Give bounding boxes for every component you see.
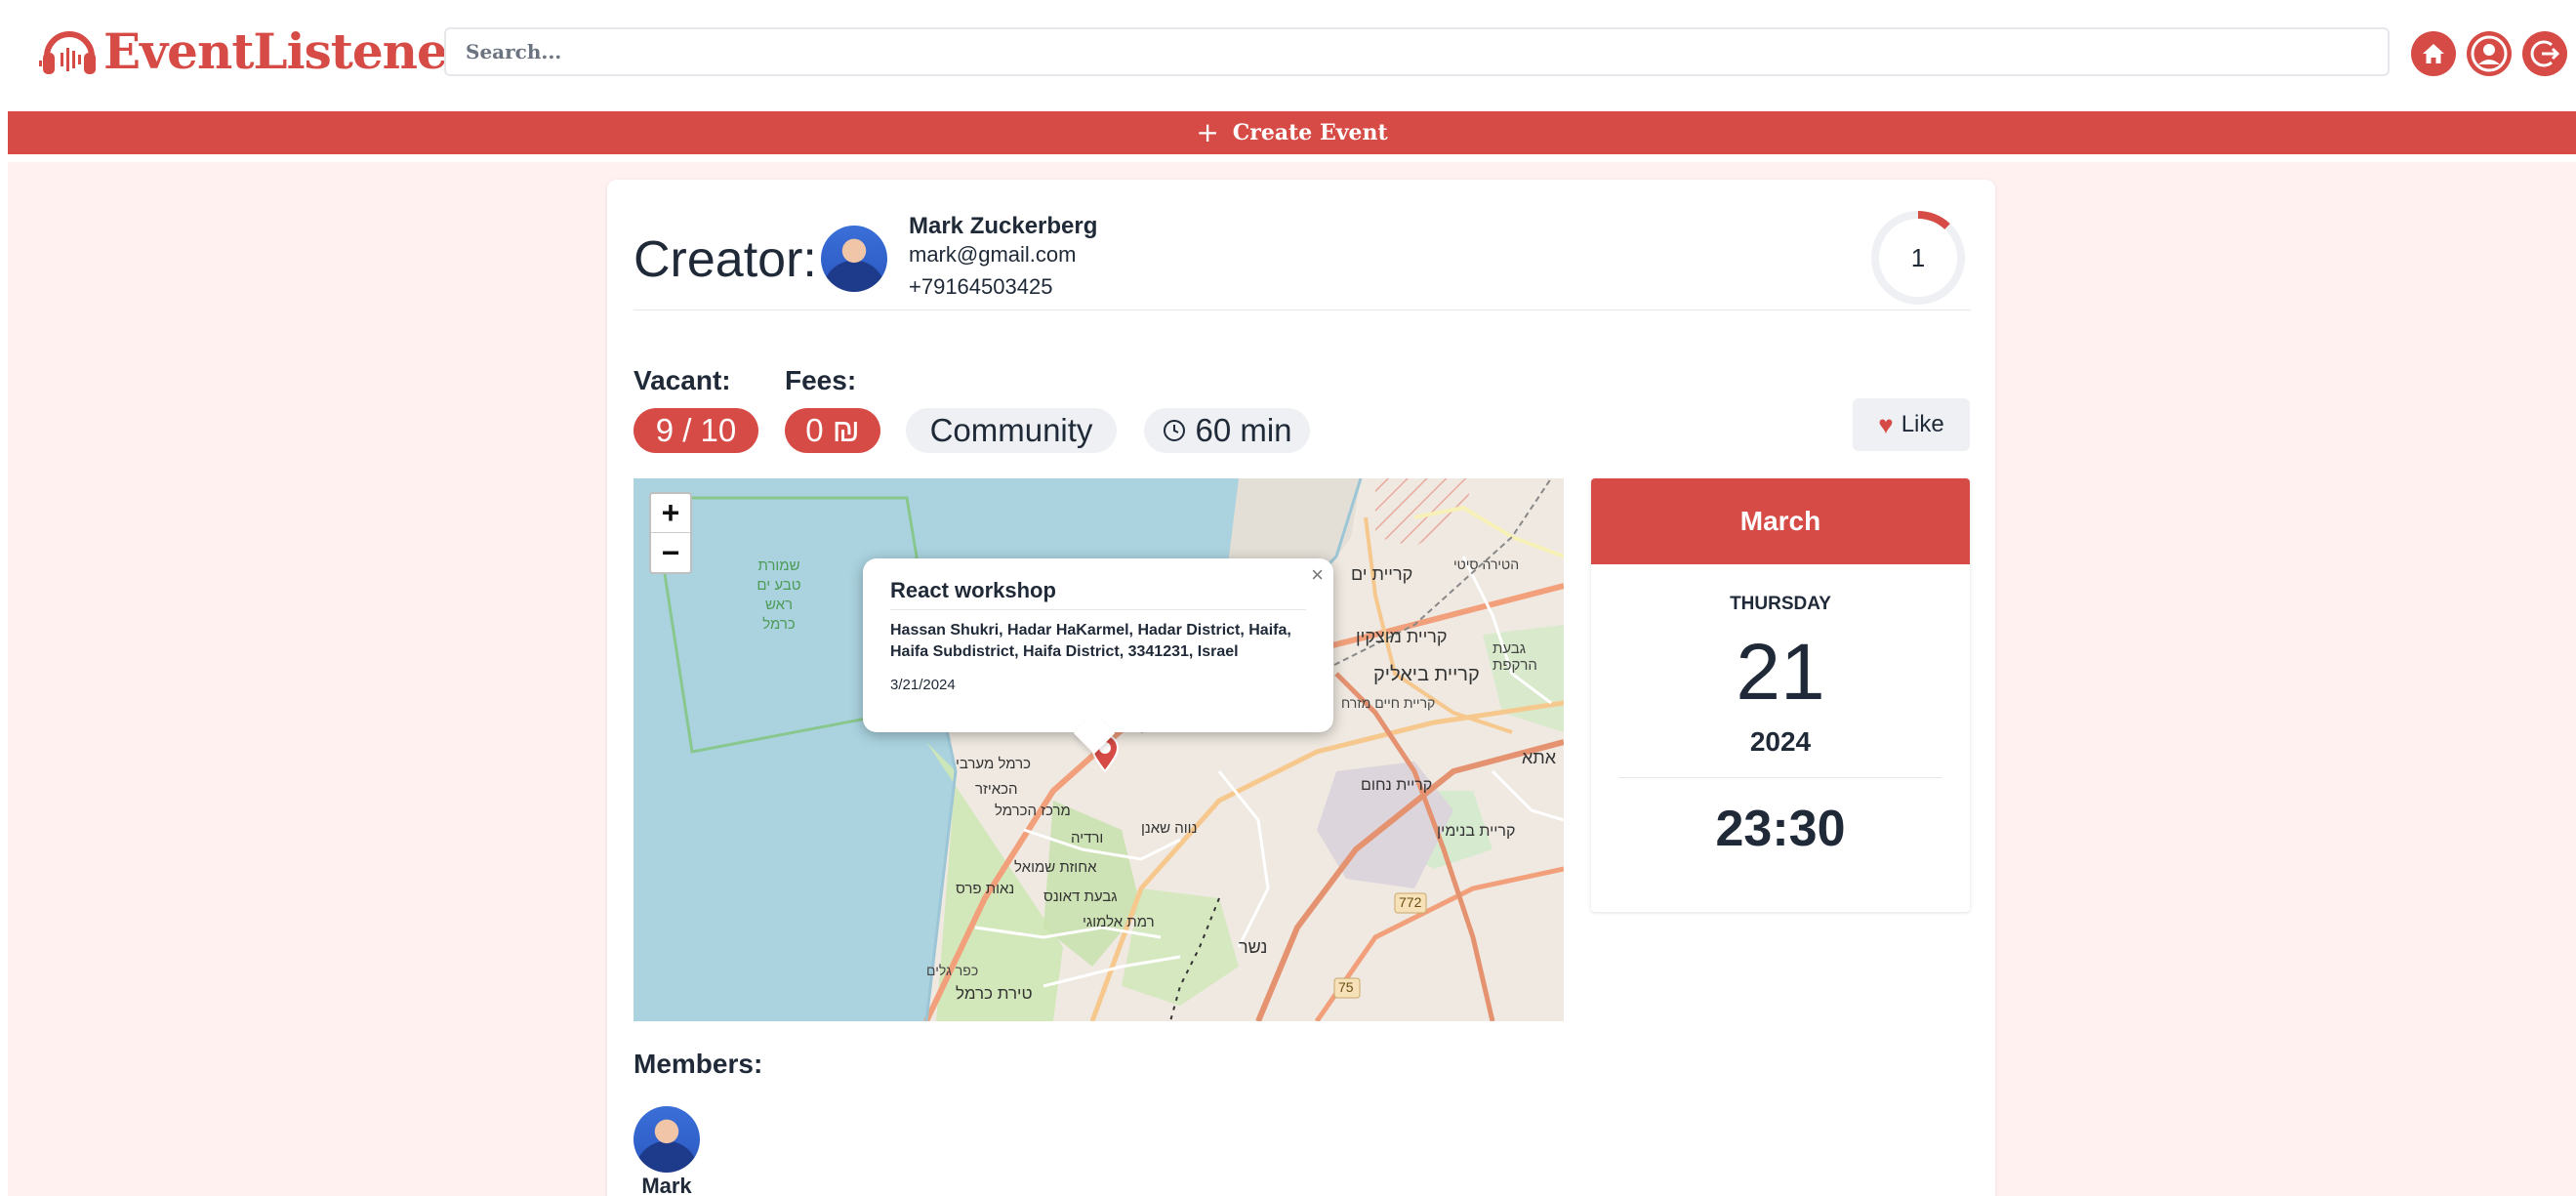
popup-title: React workshop xyxy=(890,578,1306,610)
user-icon xyxy=(2471,35,2508,72)
popup-address: Hassan Shukri, Hadar HaKarmel, Hadar Dis… xyxy=(890,622,1291,660)
map-label-kfar-galim: כפר גלים xyxy=(926,963,979,978)
vacant-label: Vacant: xyxy=(634,365,731,395)
member-name: Mark xyxy=(641,1174,692,1196)
map-road-75: 75 xyxy=(1338,979,1354,995)
fees-label: Fees: xyxy=(785,365,857,395)
date-weekday: THURSDAY xyxy=(1730,594,1831,614)
map-label-hatira: הטירה סיטי xyxy=(1453,557,1520,572)
creator-email: mark@gmail.com xyxy=(909,242,1077,267)
event-map[interactable]: שמורת טבע ים ראש כרמל קריית ים הטירה סיט… xyxy=(634,478,1564,1021)
app-logo[interactable]: EventListener xyxy=(39,20,472,82)
logout-icon xyxy=(2530,40,2560,67)
fees-badge: 0 ₪ xyxy=(785,408,880,453)
category-badge: Community xyxy=(906,408,1117,453)
creator-name: Mark Zuckerberg xyxy=(909,213,1098,239)
duration-badge: 60 min xyxy=(1144,408,1310,453)
home-icon xyxy=(2423,44,2444,63)
map-label-kiryat-bialik: קריית ביאליק xyxy=(1373,664,1480,685)
creator-divider xyxy=(634,309,1971,310)
date-panel: March THURSDAY 21 2024 23:30 xyxy=(1591,478,1970,912)
creator-avatar[interactable] xyxy=(821,226,887,292)
popup-date: 3/21/2024 xyxy=(890,677,956,693)
popup-close-button[interactable]: × xyxy=(1311,562,1324,588)
map-label-neve-shaanan: נווה שאנן xyxy=(1141,820,1198,837)
zoom-in-button[interactable]: + xyxy=(651,494,690,533)
map-label-kiryat-binyamin: קריית בנימין xyxy=(1437,823,1516,840)
clock-icon xyxy=(1164,420,1186,441)
map-label-neot-peres: נאות פרס xyxy=(956,881,1015,897)
map-label-ramat-almogi: רמת אלמוגי xyxy=(1083,914,1155,930)
map-label-tirat-carmel: טירת כרמל xyxy=(956,984,1033,1003)
map-label-kiryat-yam: קריית ים xyxy=(1351,564,1413,584)
map-label-givat-harakefet: גבעת הרקפת xyxy=(1492,640,1537,674)
vacant-badge: 9 / 10 xyxy=(634,408,758,453)
like-button[interactable]: ♥ Like xyxy=(1853,398,1970,451)
brand-name: EventListener xyxy=(103,21,472,80)
plus-icon: + xyxy=(1196,116,1219,148)
map-label-kiryat-motzkin: קריית מוצקין xyxy=(1356,627,1448,646)
map-label-nesher: נשר xyxy=(1239,937,1268,957)
top-header: EventListener Search... xyxy=(0,0,2576,105)
map-popup: × React workshop Hassan Shukri, Hadar Ha… xyxy=(863,558,1333,755)
date-time: 23:30 xyxy=(1715,801,1846,857)
create-event-button[interactable]: + Create Event xyxy=(8,111,2576,154)
map-road-772: 772 xyxy=(1399,894,1422,910)
date-year: 2024 xyxy=(1749,726,1812,757)
creator-phone: +79164503425 xyxy=(909,274,1053,299)
date-divider xyxy=(1618,777,1942,778)
map-label-carmel-maaravi: כרמל מערבי xyxy=(956,756,1032,772)
logout-button[interactable] xyxy=(2522,31,2567,76)
search-input[interactable]: Search... xyxy=(444,27,2390,76)
creator-heading: Creator: xyxy=(634,231,817,288)
heart-icon: ♥ xyxy=(1878,409,1894,439)
create-event-label: Create Event xyxy=(1232,120,1388,145)
map-label-kiryat-nachum: קריית נחום xyxy=(1361,777,1433,794)
duration-value: 60 min xyxy=(1195,412,1292,448)
map-label-ahuzat-shmuel: אחוזת שמואל xyxy=(1014,859,1097,876)
map-label-reserve: שמורת טבע ים ראש כרמל xyxy=(756,557,801,633)
date-day: 21 xyxy=(1736,628,1825,717)
profile-button[interactable] xyxy=(2467,31,2512,76)
event-card: Creator: Mark Zuckerberg mark@gmail.com … xyxy=(607,180,1995,1196)
map-label-kiryat-ata: אתא xyxy=(1522,748,1557,767)
headphones-logo-icon xyxy=(39,31,96,74)
zoom-out-button[interactable]: − xyxy=(651,533,690,572)
map-label-hakaisar: הכאיזר xyxy=(975,781,1018,798)
map-zoom-control: + − xyxy=(649,492,692,574)
map-label-merkaz-hacarmel: מרכז הכרמל xyxy=(995,803,1071,819)
members-heading: Members: xyxy=(634,1049,763,1079)
map-label-kiryat-haim: קריית חיים מזרח xyxy=(1341,695,1436,711)
like-label: Like xyxy=(1901,411,1944,437)
map-label-givat-daunas: גבעת דאונס xyxy=(1043,888,1118,905)
date-month: March xyxy=(1591,478,1970,564)
participants-count: 1 xyxy=(1910,242,1926,272)
home-button[interactable] xyxy=(2411,31,2456,76)
member-avatar[interactable] xyxy=(634,1106,700,1173)
map-label-vardia: ורדיה xyxy=(1071,830,1104,846)
